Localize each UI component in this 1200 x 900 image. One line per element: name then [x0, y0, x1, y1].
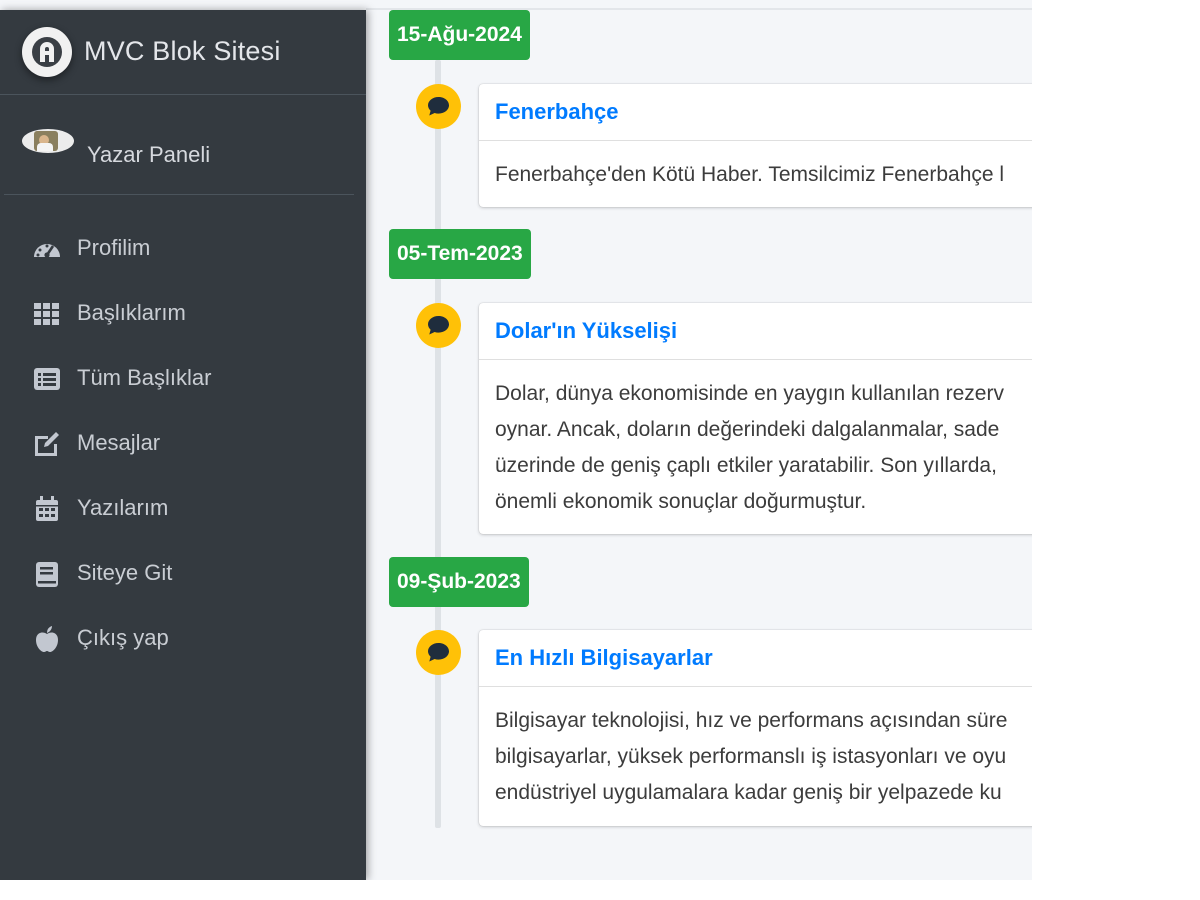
- grid-icon: [32, 300, 62, 328]
- sidebar-item-cikis-yap[interactable]: Çıkış yap: [0, 605, 366, 670]
- timeline-card: Fenerbahçe Fenerbahçe'den Kötü Haber. Te…: [479, 84, 1032, 207]
- sidebar-item-basliklarim[interactable]: Başlıklarım: [0, 280, 366, 345]
- sidebar-item-label: Profilim: [77, 235, 151, 260]
- card-body: Fenerbahçe'den Kötü Haber. Temsilcimiz F…: [479, 141, 1032, 193]
- comment-icon: [416, 84, 461, 129]
- sidebar-item-label: Mesajlar: [77, 430, 161, 455]
- card-header: En Hızlı Bilgisayarlar: [479, 630, 1032, 687]
- card-text-line: önemli ekonomik sonuçlar doğurmuştur.: [495, 490, 867, 513]
- date-badge: 15-Ağu-2024: [389, 10, 530, 60]
- brand-logo-icon: [22, 27, 72, 77]
- comment-icon: [416, 630, 461, 675]
- user-panel-name[interactable]: Yazar Paneli: [87, 142, 210, 168]
- divider: [4, 194, 354, 195]
- card-header: Fenerbahçe: [479, 84, 1032, 141]
- list-icon: [32, 365, 62, 393]
- apple-icon: [32, 625, 62, 653]
- post-title-link[interactable]: Dolar'ın Yükselişi: [495, 318, 677, 343]
- user-panel[interactable]: Yazar Paneli: [0, 115, 366, 195]
- date-badge: 05-Tem-2023: [389, 229, 531, 279]
- card-text-line: endüstriyel uygulamalara kadar geniş bir…: [495, 781, 1002, 804]
- avatar: [22, 129, 74, 153]
- timeline-line: [435, 60, 441, 828]
- tachometer-icon: [32, 235, 62, 263]
- sidebar-item-label: Yazılarım: [77, 495, 169, 520]
- card-header: Dolar'ın Yükselişi: [479, 303, 1032, 360]
- timeline-card: Dolar'ın Yükselişi Dolar, dünya ekonomis…: [479, 303, 1032, 534]
- sidebar-item-yazilarim[interactable]: Yazılarım: [0, 475, 366, 540]
- sidebar-nav: Profilim Başlıklarım Tüm Başlıklar Mesaj…: [0, 215, 366, 670]
- main-sidebar: MVC Blok Sitesi Yazar Paneli Profilim Ba…: [0, 10, 366, 880]
- book-icon: [32, 560, 62, 588]
- timeline-card: En Hızlı Bilgisayarlar Bilgisayar teknol…: [479, 630, 1032, 826]
- brand-text: MVC Blok Sitesi: [84, 36, 281, 66]
- sidebar-item-mesajlar[interactable]: Mesajlar: [0, 410, 366, 475]
- calendar-icon: [32, 495, 62, 523]
- edit-icon: [32, 430, 62, 458]
- content-wrapper: MVC Blok Sitesi Yazar Paneli Profilim Ba…: [0, 0, 1032, 880]
- sidebar-item-tum-basliklar[interactable]: Tüm Başlıklar: [0, 345, 366, 410]
- card-text-line: Dolar, dünya ekonomisinde en yaygın kull…: [495, 382, 1004, 405]
- card-body: Dolar, dünya ekonomisinde en yaygın kull…: [479, 360, 1032, 520]
- sidebar-item-profilim[interactable]: Profilim: [0, 215, 366, 280]
- card-text-line: oynar. Ancak, doların değerindeki dalgal…: [495, 418, 1000, 441]
- sidebar-item-label: Başlıklarım: [77, 300, 186, 325]
- date-badge: 09-Şub-2023: [389, 557, 529, 607]
- card-text-line: Bilgisayar teknolojisi, hız ve performan…: [495, 709, 1008, 732]
- sidebar-item-label: Çıkış yap: [77, 625, 169, 650]
- brand-link[interactable]: MVC Blok Sitesi: [0, 10, 366, 95]
- sidebar-item-label: Siteye Git: [77, 560, 173, 585]
- sidebar-item-siteye-git[interactable]: Siteye Git: [0, 540, 366, 605]
- card-text-line: üzerinde de geniş çaplı etkiler yaratabi…: [495, 454, 997, 477]
- card-text-line: Fenerbahçe'den Kötü Haber. Temsilcimiz F…: [495, 163, 1005, 186]
- sidebar-item-label: Tüm Başlıklar: [77, 365, 212, 390]
- card-text-line: bilgisayarlar, yüksek performanslı iş is…: [495, 745, 1007, 768]
- card-body: Bilgisayar teknolojisi, hız ve performan…: [479, 687, 1032, 811]
- comment-icon: [416, 303, 461, 348]
- post-title-link[interactable]: Fenerbahçe: [495, 99, 619, 124]
- post-title-link[interactable]: En Hızlı Bilgisayarlar: [495, 645, 713, 670]
